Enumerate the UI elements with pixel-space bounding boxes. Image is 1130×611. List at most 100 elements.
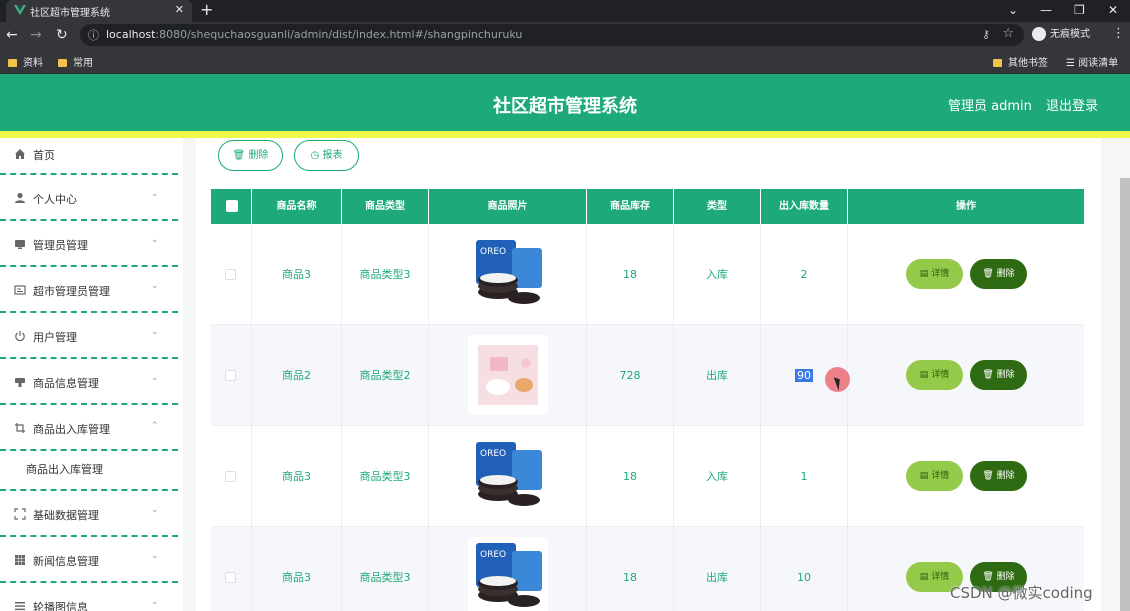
vue-logo-icon xyxy=(14,5,26,15)
goods-icon xyxy=(15,378,25,387)
cell-category: 商品类型3 xyxy=(342,426,429,527)
reading-list-icon: ☰ xyxy=(1066,58,1079,69)
url-text[interactable]: localhost:8080/shequchaosguanli/admin/di… xyxy=(106,28,522,41)
row-checkbox[interactable] xyxy=(225,572,236,583)
detail-button[interactable]: ▤ 详情 xyxy=(906,259,963,289)
delete-button[interactable]: 🗑 删除 xyxy=(970,259,1027,289)
sidebar-item-stock-io[interactable]: 商品出入库管理 ⌃ xyxy=(0,405,178,451)
cell-type: 出库 xyxy=(674,325,761,426)
chevron-up-icon: ⌃ xyxy=(151,421,159,431)
product-photo-pink[interactable] xyxy=(468,335,548,415)
address-bar: ← → ↻ ⓘ localhost:8080/shequchaosguanli/… xyxy=(0,22,1130,48)
document-icon: ▤ xyxy=(919,269,929,279)
new-tab-icon[interactable]: + xyxy=(200,0,213,20)
row-checkbox[interactable] xyxy=(225,370,236,381)
back-icon[interactable]: ← xyxy=(6,26,18,44)
product-photo-oreo[interactable]: OREO xyxy=(468,234,548,314)
delete-button[interactable]: 🗑 删除 xyxy=(970,360,1027,390)
cell-qty: 10 xyxy=(761,527,848,611)
delete-button[interactable]: 🗑 删除 xyxy=(970,461,1027,491)
table-row: 商品3 商品类型3 OREO 18 入库 2 ▤ 详情 🗑 删除 xyxy=(211,224,1084,325)
trash-icon: 🗑 xyxy=(982,269,994,279)
col-header-qty[interactable]: 出入库数量 xyxy=(761,189,848,224)
cell-category: 商品类型2 xyxy=(342,325,429,426)
browser-menu-icon[interactable]: ⋮ xyxy=(1112,26,1125,41)
cell-name: 商品3 xyxy=(252,426,342,527)
product-photo-oreo[interactable]: OREO xyxy=(468,436,548,516)
sidebar-item-news[interactable]: 新闻信息管理 ⌄ xyxy=(0,537,178,583)
close-window-icon[interactable]: ✕ xyxy=(1108,0,1118,20)
cell-photo: OREO xyxy=(429,527,587,611)
other-bookmarks[interactable]: 其他书签 xyxy=(993,54,1048,69)
row-checkbox[interactable] xyxy=(225,471,236,482)
sidebar-item-banner[interactable]: 轮播图信息 ⌄ xyxy=(0,583,178,611)
product-photo-oreo[interactable]: OREO xyxy=(468,537,548,611)
row-select-cell xyxy=(211,224,252,325)
restore-icon[interactable]: ❐ xyxy=(1074,0,1085,20)
col-header-type[interactable]: 类型 xyxy=(674,189,761,224)
cell-name: 商品3 xyxy=(252,224,342,325)
cell-photo: OREO xyxy=(429,426,587,527)
sidebar-subitem-stock-io[interactable]: 商品出入库管理 xyxy=(0,451,178,491)
bookmark-folder-2[interactable]: 常用 xyxy=(58,54,93,69)
site-info-icon[interactable]: ⓘ xyxy=(88,27,99,43)
chevron-down-icon: ⌄ xyxy=(151,189,159,199)
col-header-stock[interactable]: 商品库存 xyxy=(587,189,674,224)
select-all-cell xyxy=(211,189,252,224)
sidebar-item-store-admin[interactable]: 超市管理员管理 ⌄ xyxy=(0,267,178,313)
url-field[interactable]: ⓘ localhost:8080/shequchaosguanli/admin/… xyxy=(80,24,1024,46)
page-scrollbar[interactable] xyxy=(1120,178,1130,611)
fullscreen-icon xyxy=(14,508,26,520)
cell-name: 商品3 xyxy=(252,527,342,611)
sidebar-item-goods[interactable]: 商品信息管理 ⌄ xyxy=(0,359,178,405)
sidebar-item-home[interactable]: 首页 xyxy=(0,138,178,175)
tab-search-icon[interactable]: ⌄ xyxy=(1008,0,1018,20)
logout-link[interactable]: 退出登录 xyxy=(1046,95,1098,114)
reading-list[interactable]: ☰ 阅读清单 xyxy=(1066,54,1118,69)
chevron-down-icon: ⌄ xyxy=(151,505,159,515)
row-select-cell xyxy=(211,426,252,527)
cell-stock: 728 xyxy=(587,325,674,426)
trash-icon: 🗑 xyxy=(232,150,246,161)
report-button[interactable]: ◷ 报表 xyxy=(294,140,359,171)
detail-button[interactable]: ▤ 详情 xyxy=(906,461,963,491)
bookmark-star-icon[interactable]: ☆ xyxy=(1002,26,1014,41)
cell-type: 入库 xyxy=(674,224,761,325)
cell-actions: ▤ 详情 🗑 删除 xyxy=(848,325,1084,426)
sidebar-item-users[interactable]: 用户管理 ⌄ xyxy=(0,313,178,359)
home-icon xyxy=(15,149,25,159)
cell-name: 商品2 xyxy=(252,325,342,426)
row-select-cell xyxy=(211,325,252,426)
cell-type: 入库 xyxy=(674,426,761,527)
row-select-cell xyxy=(211,527,252,611)
list-icon xyxy=(15,602,25,611)
chevron-down-icon: ⌄ xyxy=(151,235,159,245)
reload-icon[interactable]: ↻ xyxy=(56,26,68,44)
forward-icon[interactable]: → xyxy=(30,26,42,44)
sidebar-item-base-data[interactable]: 基础数据管理 ⌄ xyxy=(0,491,178,537)
sidebar-item-profile[interactable]: 个人中心 ⌄ xyxy=(0,175,178,221)
folder-icon xyxy=(993,59,1002,67)
password-key-icon[interactable]: ⚷ xyxy=(982,28,990,41)
select-all-checkbox[interactable] xyxy=(226,200,238,212)
trash-icon: 🗑 xyxy=(982,572,994,582)
app-header: 社区超市管理系统 管理员 admin 退出登录 xyxy=(0,74,1130,131)
close-tab-icon[interactable]: ✕ xyxy=(175,3,184,16)
row-checkbox[interactable] xyxy=(225,269,236,280)
col-header-category[interactable]: 商品类型 xyxy=(342,189,429,224)
col-header-name[interactable]: 商品名称 xyxy=(252,189,342,224)
sidebar: 首页 个人中心 ⌄ 管理员管理 ⌄ 超市管理员管理 ⌄ 用户管理 ⌄ 商品信息管… xyxy=(0,138,183,611)
watermark: CSDN @微实coding xyxy=(950,584,1093,602)
minimize-icon[interactable]: — xyxy=(1040,0,1052,20)
batch-delete-button[interactable]: 🗑 删除 xyxy=(218,140,283,171)
browser-tab[interactable]: 社区超市管理系统 ✕ xyxy=(6,0,192,22)
incognito-indicator[interactable]: 无痕模式 xyxy=(1032,25,1090,41)
chevron-down-icon: ⌄ xyxy=(151,597,159,607)
col-header-photo[interactable]: 商品照片 xyxy=(429,189,587,224)
admin-label: 管理员 admin xyxy=(948,99,1032,114)
table-row: 商品2 商品类型2 728 出库 90 ▤ 详情 🗑 删除 xyxy=(211,325,1084,426)
bookmark-folder-1[interactable]: 资料 xyxy=(8,54,43,69)
sidebar-item-admin[interactable]: 管理员管理 ⌄ xyxy=(0,221,178,267)
selected-qty-text: 90 xyxy=(795,369,813,382)
detail-button[interactable]: ▤ 详情 xyxy=(906,360,963,390)
